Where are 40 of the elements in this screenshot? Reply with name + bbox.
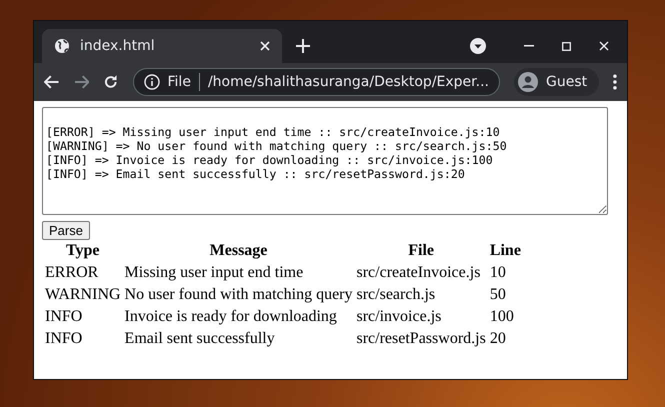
table-cell-text: Invoice is ready for downloading <box>124 307 338 327</box>
forward-arrow-icon[interactable] <box>74 75 89 89</box>
profile-button[interactable]: Guest <box>514 68 600 96</box>
column-header: Message <box>208 241 268 261</box>
back-arrow-icon[interactable] <box>44 75 60 89</box>
url-text: /home/shalithasuranga/Desktop/Exper... <box>208 74 489 90</box>
table-cell-text: Email sent successfully <box>124 329 276 349</box>
browser-tab[interactable]: index.html <box>42 29 282 63</box>
maximize-icon[interactable] <box>562 42 571 50</box>
info-icon <box>144 74 160 90</box>
column-header: Type <box>65 241 101 261</box>
table-cell-text: INFO <box>44 329 84 349</box>
table-cell-text: src/createInvoice.js <box>356 263 482 283</box>
log-input-field[interactable]: [ERROR] => Missing user input end time :: src/createInvoice.js:10 [WARNING] => No user found with matching query :: src/search.js:50 [INFO] => Invoice is ready for downloading :: src/invoice.js:100 [INFO] => Email sent successfully :: src/resetPassword.js:20 <box>42 107 608 215</box>
globe-icon <box>54 38 70 54</box>
address-bar[interactable]: File /home/shalithasuranga/Desktop/Exper... <box>132 68 500 96</box>
table-cell-text: INFO <box>44 307 84 327</box>
table-cell: WARNING <box>44 285 122 305</box>
plus-icon[interactable] <box>296 39 310 53</box>
close-icon[interactable] <box>260 41 270 51</box>
table-cell-text: src/search.js <box>356 285 436 305</box>
dropdown-icon[interactable] <box>470 38 486 54</box>
column-header: File <box>407 241 436 261</box>
reload-icon[interactable] <box>103 74 118 90</box>
table-cell: src/resetPassword.js <box>356 329 487 349</box>
table-cell: No user found with matching query <box>124 285 354 305</box>
close-icon[interactable] <box>599 41 609 51</box>
minimize-icon[interactable] <box>524 45 534 47</box>
table-cell-text: ERROR <box>44 263 100 283</box>
menu-icon[interactable] <box>613 74 617 90</box>
table-cell-text: 100 <box>488 307 515 327</box>
scheme-label: File <box>168 74 191 90</box>
table-cell-text: src/invoice.js <box>356 307 442 327</box>
column-header: Line <box>488 241 522 261</box>
table-cell-text: Missing user input end time <box>124 263 304 283</box>
table-cell-text: 10 <box>488 263 507 283</box>
avatar-icon <box>518 72 538 92</box>
table-cell-text: 50 <box>488 285 507 305</box>
parse-button[interactable]: Parse <box>42 221 90 240</box>
table-cell-text: 20 <box>488 329 507 349</box>
